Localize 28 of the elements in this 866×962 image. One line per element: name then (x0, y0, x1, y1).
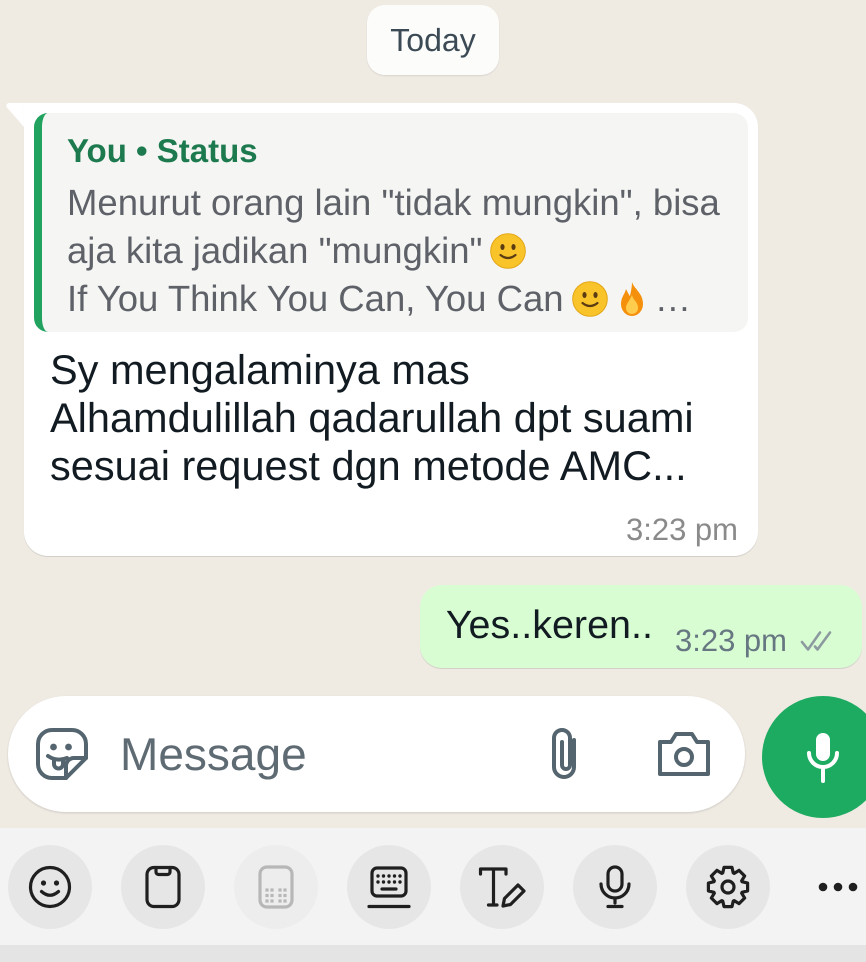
clipboard-icon (145, 864, 181, 908)
more-button[interactable] (818, 882, 858, 892)
message-text: Sy mengalaminya mas Alhamdulillah qadarullah dpt suami sesuai request dgn metode AMC... (50, 346, 695, 490)
text-pen-icon (478, 864, 526, 908)
smiling-face-icon (490, 233, 526, 269)
number-pad-icon (258, 864, 294, 908)
smiley-icon (28, 864, 72, 908)
quoted-status[interactable]: You • Status Menurut orang lain "tidak mungkin", bisa aja kita jadikan "mungkin" If You Think You Can, You Can … (34, 113, 748, 332)
microphone-icon (806, 731, 840, 783)
more-icon (818, 882, 858, 892)
smiling-face-icon (572, 281, 608, 317)
microphone-icon (597, 864, 633, 908)
sticker-icon[interactable] (36, 728, 88, 780)
message-field[interactable]: Message (8, 696, 745, 812)
message-time: 3:23 pm (674, 624, 787, 658)
quote-author: You • Status (67, 131, 258, 171)
keyboard-icon (367, 864, 411, 908)
ellipsis-text: … (654, 278, 692, 319)
paperclip-icon[interactable] (549, 726, 579, 782)
message-time: 3:23 pm (626, 513, 738, 547)
quote-text: If You Think You Can, You Can (67, 278, 564, 319)
message-text: Yes..keren.. (446, 603, 653, 647)
message-input[interactable]: Message (120, 724, 526, 784)
camera-icon[interactable] (656, 730, 712, 778)
quote-text: aja kita jadikan "mungkin" (67, 230, 482, 271)
quote-text: Menurut orang lain "tidak mungkin", bisa (67, 182, 720, 223)
settings-icon (706, 864, 750, 908)
date-separator: Today (367, 5, 499, 75)
